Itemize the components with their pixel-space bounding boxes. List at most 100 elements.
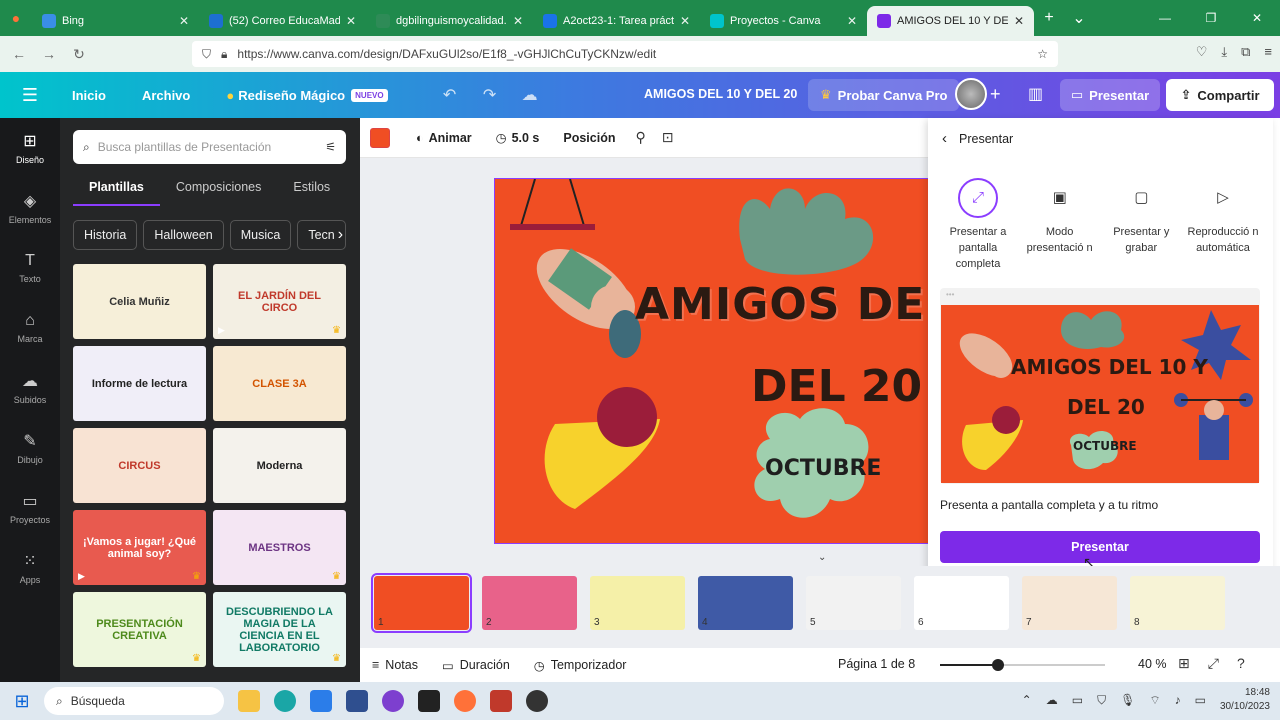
template-thumbnail[interactable]: Moderna (213, 428, 346, 503)
browser-tab[interactable]: (52) Correo EducaMadrid ::✕ (199, 6, 366, 36)
template-thumbnail[interactable]: Informe de lectura (73, 346, 206, 421)
fullscreen-icon[interactable]: ⤢ (1208, 655, 1219, 672)
rail-item-elements[interactable]: ◈ Elementos (0, 178, 60, 238)
meet-icon[interactable]: ▭ (1072, 693, 1083, 707)
tab-close-icon[interactable]: ✕ (1014, 14, 1024, 28)
slide-1[interactable]: AMIGOS DEL 1 DEL 20 OCTUBRE (494, 178, 930, 544)
posicion-button[interactable]: Posición (551, 131, 627, 145)
browser-tab[interactable]: A2oct23-1: Tarea práctica ✕ (533, 6, 700, 36)
edge-icon[interactable] (274, 690, 296, 712)
lock-icon[interactable]: ⊡ (654, 129, 682, 146)
probar-canva-pro-button[interactable]: ♛ Probar Canva Pro (808, 79, 960, 111)
tab-close-icon[interactable]: ✕ (179, 14, 189, 28)
pocket-icon[interactable]: ♡ (1196, 44, 1208, 60)
windows-start-icon[interactable]: ⊞ (0, 691, 44, 712)
zoom-slider-handle[interactable] (991, 659, 1004, 671)
browser-tab[interactable]: AMIGOS DEL 10 Y DEL 20 - ✕ (867, 6, 1034, 36)
capture-icon[interactable] (418, 690, 440, 712)
style-brush-icon[interactable]: ⚲ (627, 129, 653, 146)
background-color-swatch[interactable] (370, 127, 390, 148)
template-thumbnail[interactable]: DESCUBRIENDO LA MAGIA DE LA CIENCIA EN E… (213, 592, 346, 667)
duration-button[interactable]: ◷ 5.0 s (484, 130, 552, 146)
template-thumbnail[interactable]: PRESENTACIÓN CREATIVA ♛ (73, 592, 206, 667)
page-thumbnail[interactable]: 6 (914, 576, 1009, 630)
slide-title-line2[interactable]: DEL 20 (751, 361, 922, 412)
present-option[interactable]: ▢ Presentar y grabar (1101, 178, 1181, 272)
zoom-slider[interactable] (940, 659, 1105, 671)
page-thumbnail[interactable]: 2 (482, 576, 577, 630)
tab-list-chevron-icon[interactable]: ⌄ (1064, 8, 1094, 28)
chips-next-chevron-icon[interactable]: › (338, 220, 343, 250)
close-window-button[interactable]: ✕ (1234, 0, 1280, 36)
l-app-icon[interactable] (310, 690, 332, 712)
hamburger-menu-icon[interactable]: ☰ (0, 85, 60, 106)
chrome-icon[interactable] (526, 690, 548, 712)
browser-tab[interactable]: Bing ✕ (32, 6, 199, 36)
panel-tab[interactable]: Composiciones (160, 176, 277, 206)
system-clock[interactable]: 18:48 30/10/2023 (1220, 686, 1270, 714)
notas-button[interactable]: ≡ Notas (360, 658, 430, 672)
animar-button[interactable]: ◐ Animar (404, 131, 484, 145)
avatar[interactable] (955, 78, 987, 110)
presentar-header-button[interactable]: ▭ Presentar (1060, 79, 1160, 111)
rail-item-design[interactable]: ⊞ Diseño (0, 118, 60, 178)
rail-item-apps[interactable]: ⁙ Apps (0, 538, 60, 598)
help-icon[interactable]: ? (1237, 655, 1245, 672)
page-thumbnail[interactable]: 8 (1130, 576, 1225, 630)
present-option[interactable]: ▣ Modo presentació n (1020, 178, 1100, 272)
grid-view-icon[interactable]: ⊞ (1178, 655, 1190, 672)
back-icon[interactable]: ← (4, 46, 34, 62)
extensions-icon[interactable]: ⧉ (1241, 44, 1250, 60)
compartir-button[interactable]: ⇪ Compartir (1166, 79, 1274, 111)
inicio-button[interactable]: Inicio (60, 88, 118, 103)
template-thumbnail[interactable]: Celia Muñiz (73, 264, 206, 339)
duracion-button[interactable]: ▭ Duración (430, 658, 522, 673)
add-collaborator-icon[interactable]: + (990, 84, 1001, 105)
minimize-button[interactable]: — (1142, 0, 1188, 36)
rail-item-brand[interactable]: ⌂ Marca (0, 298, 60, 358)
present-option[interactable]: ⤢ Presentar a pantalla completa (938, 178, 1018, 272)
template-search-input[interactable]: ⌕ Busca plantillas de Presentación ⚟ (73, 130, 346, 164)
page-thumbnail[interactable]: 1 (371, 573, 472, 633)
download-icon[interactable]: ⤓ (1221, 44, 1227, 60)
menu-icon[interactable]: ≡ (1264, 44, 1272, 60)
microphone-icon[interactable]: 🎙︎ (1120, 693, 1135, 707)
rail-item-projects[interactable]: ▭ Proyectos (0, 478, 60, 538)
stats-icon[interactable]: ▥ (1028, 84, 1043, 104)
page-indicator[interactable]: Página 1 de 8 (838, 657, 915, 671)
browser-tab[interactable]: dgbilinguismoycalidad.educa.m ✕ (366, 6, 533, 36)
tab-close-icon[interactable]: ✕ (847, 14, 857, 28)
panel-tab[interactable]: Plantillas (73, 176, 160, 206)
tab-close-icon[interactable]: ✕ (346, 14, 356, 28)
rail-item-text[interactable]: T Texto (0, 238, 60, 298)
presentar-confirm-button[interactable]: Presentar (940, 531, 1260, 563)
shield-app-icon[interactable] (490, 690, 512, 712)
slide-title-line1[interactable]: AMIGOS DEL 1 (635, 279, 930, 330)
volume-icon[interactable]: ♪ (1175, 693, 1181, 707)
tab-close-icon[interactable]: ✕ (513, 14, 523, 28)
zoom-value[interactable]: 40 % (1138, 657, 1167, 671)
document-title[interactable]: AMIGOS DEL 10 Y DEL 20 (644, 87, 797, 101)
show-pages-chevron-icon[interactable]: ⌄ (818, 552, 826, 563)
archivo-button[interactable]: Archivo (118, 88, 202, 103)
temporizador-button[interactable]: ◷ Temporizador (522, 658, 639, 673)
store-icon[interactable] (346, 690, 368, 712)
template-thumbnail[interactable]: ¡Vamos a jugar! ¿Qué animal soy? ▶ ♛ (73, 510, 206, 585)
cloud-saved-icon[interactable]: ☁ (510, 85, 550, 105)
present-option[interactable]: ▷ Reproducció n automática (1183, 178, 1263, 272)
template-thumbnail[interactable]: EL JARDÍN DEL CIRCO ▶ ♛ (213, 264, 346, 339)
category-chip[interactable]: Halloween (143, 220, 224, 250)
tab-close-icon[interactable]: ✕ (680, 14, 690, 28)
bookmark-star-icon[interactable]: ☆ (1037, 47, 1048, 61)
security-icon[interactable]: ⛉ (1097, 693, 1106, 708)
wifi-icon[interactable]: ⌔ (1149, 693, 1160, 708)
panel-tab[interactable]: Estilos (277, 176, 346, 206)
template-thumbnail[interactable]: MAESTROS ♛ (213, 510, 346, 585)
filter-icon[interactable]: ⚟ (325, 140, 336, 154)
taskbar-search[interactable]: ⌕ Búsqueda (44, 687, 224, 715)
page-thumbnail[interactable]: 7 (1022, 576, 1117, 630)
battery-icon[interactable]: ▭ (1195, 693, 1206, 707)
rail-item-draw[interactable]: ✎ Dibujo (0, 418, 60, 478)
browser-tab[interactable]: Proyectos - Canva ✕ (700, 6, 867, 36)
network-status-icon[interactable]: ☁ (1046, 693, 1058, 707)
